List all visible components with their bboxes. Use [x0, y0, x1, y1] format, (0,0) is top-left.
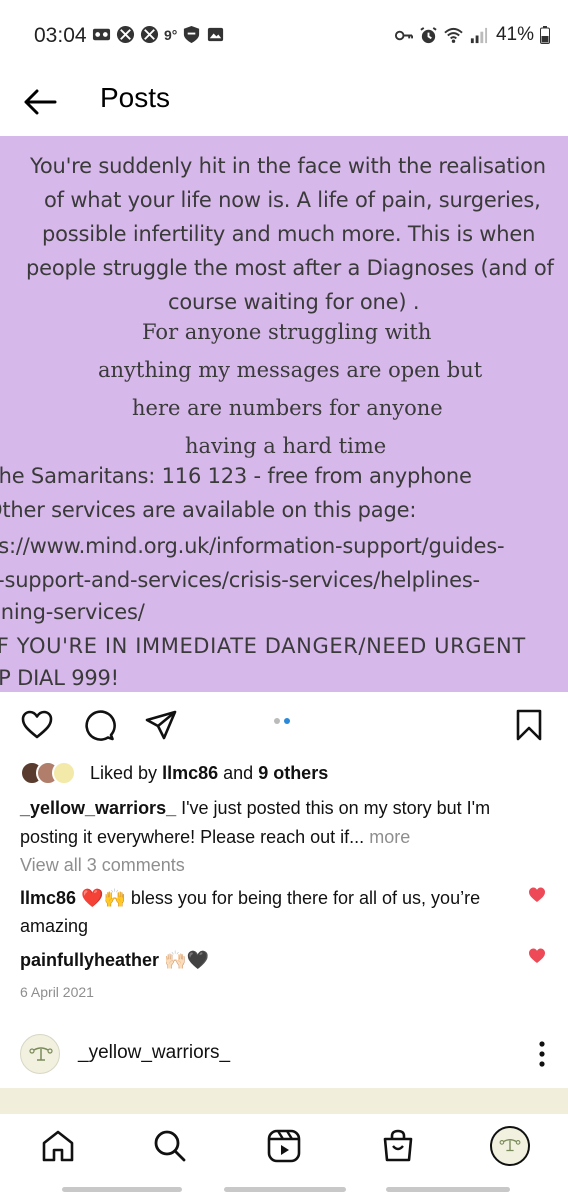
comment-username[interactable]: llmc86 [20, 888, 76, 908]
signal-icon [470, 27, 488, 43]
bottom-navigation [0, 1114, 568, 1180]
post-text-line: https://www.mind.org.uk/information-supp… [0, 534, 505, 558]
voicemail-icon [92, 28, 111, 41]
comment-bubble-icon[interactable] [82, 708, 116, 742]
header: Posts [0, 72, 568, 136]
recent-apps-handle[interactable] [62, 1187, 182, 1192]
liker-avatars [20, 761, 76, 785]
post-text-line: here are numbers for anyone [132, 396, 443, 420]
post-text-line: course waiting for one) . [168, 290, 420, 314]
profile-avatar-button[interactable] [490, 1126, 530, 1166]
search-icon[interactable] [152, 1128, 188, 1164]
others-link[interactable]: 9 others [258, 763, 328, 783]
comment-text: ❤️🙌 bless you for being there for all of… [20, 888, 481, 936]
comment-item: painfullyheather 🙌🏻🖤 [20, 946, 510, 974]
temperature-text: 9° [164, 26, 178, 43]
shop-bag-icon[interactable] [380, 1128, 416, 1164]
status-bar: 03:04 9° 41% [0, 0, 568, 72]
battery-percent: 41% [495, 24, 534, 45]
more-options-icon[interactable] [538, 1040, 546, 1068]
share-send-icon[interactable] [144, 708, 178, 742]
like-heart-icon[interactable] [20, 708, 54, 742]
post-text-line: You're suddenly hit in the face with the… [30, 154, 546, 178]
post-text-line: people struggle the most after a Diagnos… [26, 256, 554, 280]
post-text-line: of what your life now is. A life of pain… [44, 188, 541, 212]
caption-more-link[interactable]: more [369, 827, 410, 847]
comment-item: llmc86 ❤️🙌 bless you for being there for… [20, 884, 510, 940]
liker-username[interactable]: llmc86 [162, 763, 218, 783]
back-arrow-icon [24, 89, 57, 115]
next-post-username[interactable]: _yellow_warriors_ [78, 1042, 230, 1064]
reels-icon[interactable] [266, 1128, 302, 1164]
next-post-header: _yellow_warriors_ [0, 1026, 568, 1084]
back-button[interactable] [20, 82, 60, 122]
xbox-icon [140, 25, 159, 44]
comment-like-heart-icon[interactable] [528, 886, 546, 904]
uterus-logo-icon [499, 1139, 521, 1152]
post-actions [0, 698, 568, 752]
save-bookmark-icon[interactable] [512, 708, 546, 742]
likes-row[interactable]: Liked by llmc86 and 9 others [20, 760, 328, 786]
status-right: 41% [394, 24, 550, 46]
post-text-line: having a hard time [185, 434, 387, 458]
comment-text: 🙌🏻🖤 [164, 950, 209, 970]
post-text-line: anything my messages are open but [98, 358, 483, 382]
status-time: 03:04 [34, 24, 87, 47]
post-image[interactable]: You're suddenly hit in the face with the… [0, 136, 568, 692]
battery-icon [540, 26, 550, 44]
system-navigation [0, 1180, 568, 1200]
shield-icon [184, 25, 200, 44]
post-text-line: possible infertility and much more. This… [42, 222, 536, 246]
post-text-line: HELP DIAL 999! [0, 666, 119, 690]
key-icon [394, 30, 413, 40]
avatar[interactable] [20, 1034, 60, 1074]
alarm-icon [420, 26, 437, 43]
uterus-logo-icon [29, 1047, 53, 1061]
view-all-comments-link[interactable]: View all 3 comments [20, 855, 185, 876]
post-text-line: IF YOU'RE IN IMMEDIATE DANGER/NEED URGEN… [0, 634, 526, 658]
wifi-icon [444, 27, 463, 43]
post-text-line: The Samaritans: 116 123 - free from anyp… [0, 464, 472, 488]
notification-icons: 9° [92, 25, 225, 44]
carousel-dot-active [284, 718, 290, 724]
page-title: Posts [100, 82, 171, 113]
post-caption: _yellow_warriors_ I've just posted this … [20, 794, 548, 852]
home-icon[interactable] [40, 1128, 76, 1164]
post-text-line: Other services are available on this pag… [0, 498, 417, 522]
xbox-icon [116, 25, 135, 44]
carousel-indicator [274, 718, 290, 724]
carousel-dot [274, 718, 280, 724]
post-text-line: For anyone struggling with [142, 320, 432, 344]
post-text-line: to-support-and-services/crisis-services/… [0, 568, 480, 592]
post-text-line: listening-services/ [0, 600, 145, 624]
image-icon [208, 27, 224, 42]
post-date: 6 April 2021 [20, 984, 94, 1000]
comment-username[interactable]: painfullyheather [20, 950, 159, 970]
home-handle[interactable] [224, 1187, 346, 1192]
back-handle[interactable] [386, 1187, 510, 1192]
likes-text: Liked by llmc86 and 9 others [90, 762, 329, 783]
avatar [52, 761, 76, 785]
comment-like-heart-icon[interactable] [528, 947, 546, 965]
next-post-image[interactable] [0, 1088, 568, 1114]
caption-username[interactable]: _yellow_warriors_ [20, 798, 176, 818]
